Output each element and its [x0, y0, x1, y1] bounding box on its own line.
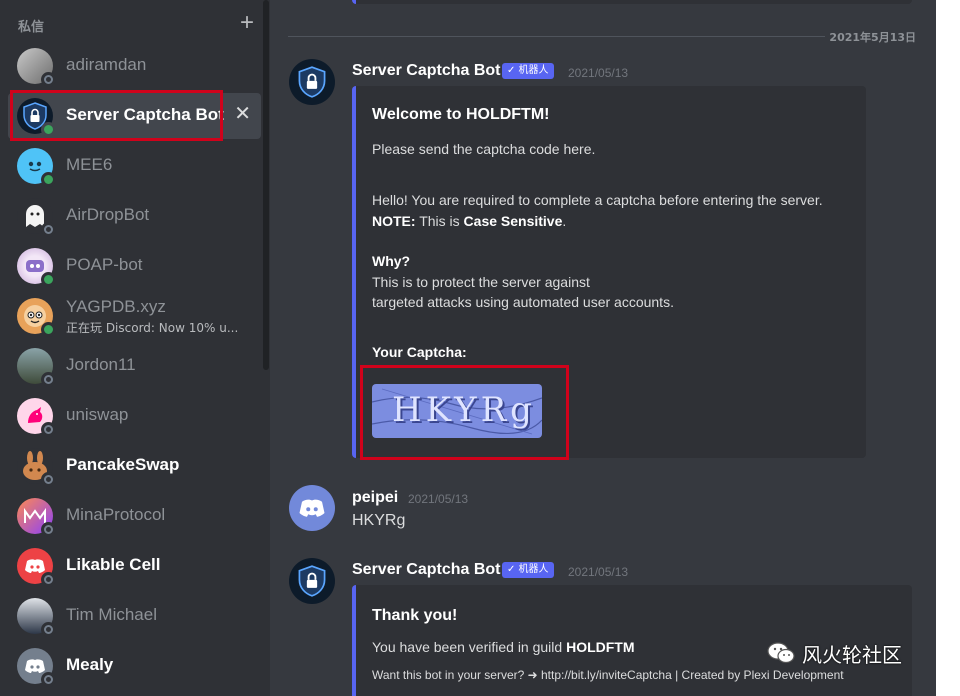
- bot-tag-badge: ✓ 机器人: [502, 63, 554, 79]
- avatar: [17, 498, 56, 537]
- dm-item-yagpdb[interactable]: YAGPDB.xyz 正在玩 Discord: Now 10% u...: [8, 293, 261, 339]
- sidebar-scrollbar[interactable]: [263, 0, 269, 370]
- status-offline-icon: [41, 572, 56, 587]
- plus-icon[interactable]: +: [240, 10, 254, 36]
- avatar: [17, 348, 56, 387]
- dm-item-label: Likable Cell: [66, 555, 161, 574]
- page-margin: [936, 0, 960, 696]
- dm-item-mee6[interactable]: MEE6: [8, 143, 261, 189]
- dm-item-jordon11[interactable]: Jordon11: [8, 343, 261, 389]
- avatar: [17, 648, 56, 687]
- chat-area: 2021年5月13日 Server Captcha Bot ✓ 机器人 2021…: [270, 0, 936, 696]
- avatar: [17, 448, 56, 487]
- status-offline-icon: [41, 522, 56, 537]
- status-online-icon: [41, 322, 56, 337]
- embed-text: You have been verified in guild HOLDFTM: [372, 639, 635, 655]
- dm-item-airdropbot[interactable]: AirDropBot: [8, 193, 261, 239]
- dm-item-minaprotocol[interactable]: MinaProtocol: [8, 493, 261, 539]
- embed-why-heading: Why?: [372, 253, 411, 269]
- discord-logo-icon: [299, 499, 325, 517]
- dm-item-activity: 正在玩 Discord: Now 10% u...: [66, 321, 239, 335]
- dm-item-label: Tim Michael: [66, 605, 157, 624]
- status-offline-icon: [41, 672, 56, 687]
- dm-item-label: PancakeSwap: [66, 455, 180, 474]
- message-text: HKYRg: [352, 512, 406, 529]
- message-timestamp: 2021/05/13: [568, 66, 629, 80]
- dm-item-label: adiramdan: [66, 55, 147, 74]
- dm-item-label: MinaProtocol: [66, 505, 166, 524]
- poap-icon: [26, 260, 44, 272]
- wechat-icon: [767, 642, 795, 664]
- avatar: [17, 598, 56, 637]
- captcha-image[interactable]: HKYRg: [372, 384, 542, 438]
- status-offline-icon: [41, 472, 56, 487]
- bot-avatar[interactable]: [289, 558, 335, 604]
- embed-captcha-heading: Your Captcha:: [372, 344, 467, 360]
- dm-item-label: Server Captcha Bot: [66, 105, 224, 124]
- message-author[interactable]: Server Captcha Bot: [352, 561, 501, 579]
- captcha-text: HKYRg: [392, 390, 536, 430]
- embed-text: Please send the captcha code here.: [372, 141, 596, 157]
- discord-logo-icon: [25, 659, 45, 673]
- avatar: [17, 48, 56, 87]
- status-offline-icon: [41, 622, 56, 637]
- embed-text: targeted attacks using automated user ac…: [372, 294, 674, 310]
- user-avatar[interactable]: [289, 485, 335, 531]
- dm-item-label: uniswap: [66, 405, 129, 424]
- dm-item-label: POAP-bot: [66, 255, 143, 274]
- embed-text: Hello! You are required to complete a ca…: [372, 192, 823, 208]
- dm-item-label: Mealy: [66, 655, 114, 674]
- embed-footer: Want this bot in your server? ➜ http://b…: [372, 668, 844, 682]
- status-offline-icon: [41, 422, 56, 437]
- status-online-icon: [41, 172, 56, 187]
- watermark: 风火轮社区: [766, 638, 902, 668]
- embed-title: Welcome to HOLDFTM!: [372, 106, 550, 123]
- status-offline-icon: [41, 372, 56, 387]
- avatar: [17, 148, 56, 187]
- discord-logo-icon: [25, 559, 45, 573]
- message-timestamp: 2021/05/13: [568, 565, 629, 579]
- status-offline-icon: [41, 72, 56, 87]
- close-icon[interactable]: ✕: [234, 103, 251, 125]
- message-author[interactable]: peipei: [352, 489, 398, 507]
- dm-item-pancakeswap[interactable]: PancakeSwap: [8, 443, 261, 489]
- status-offline-icon: [41, 222, 56, 237]
- message-author[interactable]: Server Captcha Bot: [352, 62, 501, 80]
- status-online-icon: [41, 272, 56, 287]
- previous-embed: [352, 0, 912, 4]
- dm-item-adiramdan[interactable]: adiramdan: [8, 43, 261, 89]
- dm-header: 私信 +: [18, 10, 254, 36]
- embed-title: Thank you!: [372, 607, 458, 624]
- date-divider-label: 2021年5月13日: [825, 29, 920, 45]
- shield-lock-icon: [298, 565, 326, 597]
- dm-item-poap-bot[interactable]: POAP-bot: [8, 243, 261, 289]
- avatar: [17, 98, 56, 137]
- dm-item-label: MEE6: [66, 155, 113, 174]
- dm-item-uniswap[interactable]: uniswap: [8, 393, 261, 439]
- dm-item-label: Jordon11: [66, 355, 136, 374]
- mee6-face-icon: [28, 161, 42, 172]
- embed-text: This is to protect the server against: [372, 274, 590, 290]
- bot-avatar[interactable]: [289, 59, 335, 105]
- watermark-text: 风火轮社区: [802, 642, 902, 667]
- bot-tag-badge: ✓ 机器人: [502, 562, 554, 578]
- dm-item-server-captcha-bot[interactable]: Server Captcha Bot ✕: [8, 93, 261, 139]
- dm-sidebar: 私信 + adiramdan Server Captcha Bot ✕ MEE6…: [0, 0, 270, 696]
- status-online-icon: [41, 122, 56, 137]
- dm-item-mealy[interactable]: Mealy: [8, 643, 261, 689]
- avatar: [17, 198, 56, 237]
- captcha-embed: Welcome to HOLDFTM! Please send the capt…: [352, 86, 866, 458]
- shield-lock-icon: [298, 66, 326, 98]
- dm-item-label: YAGPDB.xyz: [66, 297, 166, 316]
- avatar: [17, 248, 56, 287]
- embed-note: NOTE: This is Case Sensitive.: [372, 213, 567, 229]
- avatar: [17, 398, 56, 437]
- avatar: [17, 548, 56, 587]
- dm-item-tim-michael[interactable]: Tim Michael: [8, 593, 261, 639]
- message-timestamp: 2021/05/13: [408, 492, 469, 506]
- dm-item-label: AirDropBot: [66, 205, 150, 224]
- dm-item-likable-cell[interactable]: Likable Cell: [8, 543, 261, 589]
- dm-header-title: 私信: [18, 20, 45, 35]
- avatar: [17, 298, 56, 337]
